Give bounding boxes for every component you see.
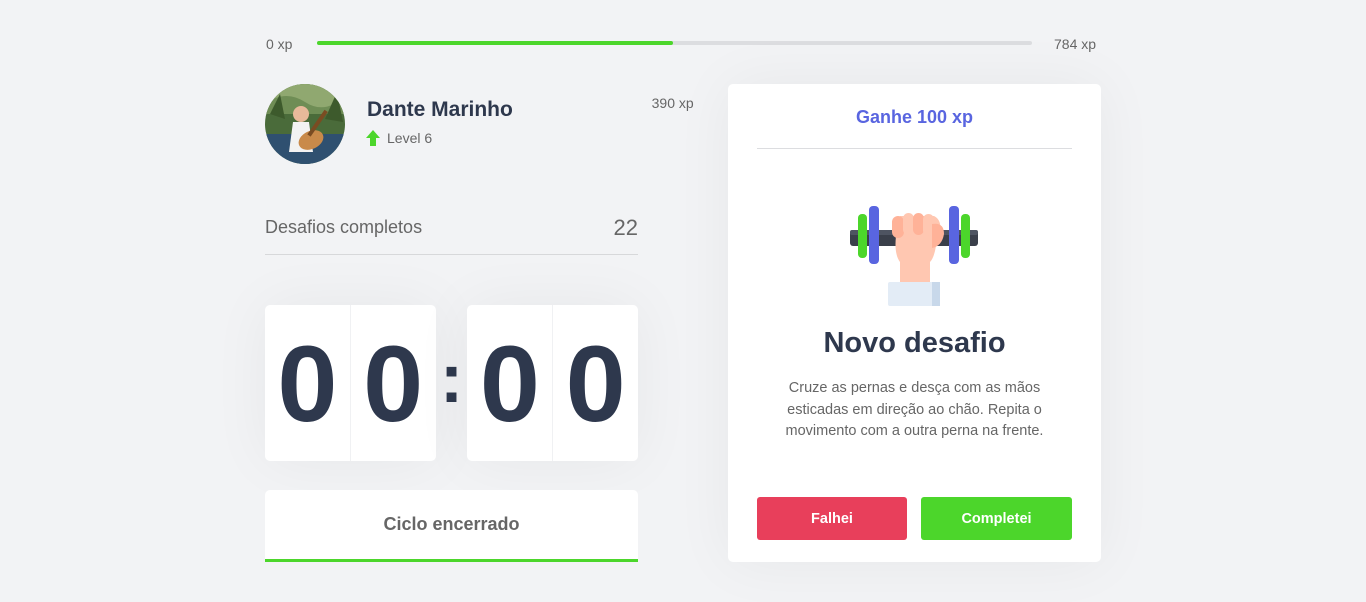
challenge-title: Novo desafio [823,327,1006,359]
xp-progress-fill [317,41,673,45]
profile-name: Dante Marinho [367,98,513,121]
countdown: 0 0 : 0 0 [265,305,639,461]
challenge-description: Cruze as pernas e desça com as mãos esti… [785,380,1044,439]
level-up-arrow-icon [366,130,380,146]
countdown-seconds: 0 0 [467,305,639,461]
minute-digit-right: 0 [363,322,424,444]
completed-challenges: Desafios completos 22 [265,212,638,255]
challenge-failed-button[interactable]: Falhei [757,497,907,540]
dumbbell-icon [848,202,980,310]
xp-min-label: 0 xp [266,36,293,52]
completed-challenges-count: 22 [613,215,638,240]
profile-level: Level 6 [366,130,432,146]
xp-max-label: 784 xp [1054,36,1097,52]
challenge-completed-button[interactable]: Completei [921,497,1072,540]
cycle-ended-button[interactable]: Ciclo encerrado [265,490,638,562]
xp-current-label: 390 xp [651,95,694,111]
avatar [265,84,345,164]
xp-progress-track: 390 xp [317,41,1032,111]
minute-digit-left: 0 [265,305,351,461]
challenge-reward: Ganhe 100 xp [757,84,1072,149]
avatar-photo-icon [265,84,345,164]
second-digit-left: 0 [467,305,554,461]
completed-challenges-label: Desafios completos [265,217,423,237]
second-digit-right: 0 [565,322,626,444]
challenge-box: Ganhe 100 xp Novo desafio Cruze as perna… [728,84,1101,562]
countdown-separator: : [439,339,464,417]
countdown-minutes: 0 0 [265,305,436,461]
level-label: Level 6 [387,130,433,146]
